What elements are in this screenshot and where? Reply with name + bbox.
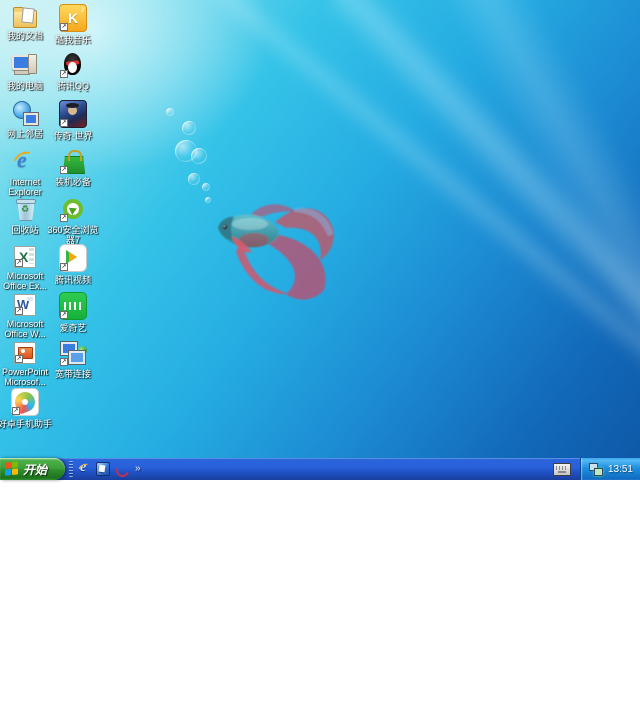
desktop-icon-grid: 我的文档酷我音乐我的电脑腾讯QQ 网上邻居传奇·世界 Internet Explor…	[0, 0, 112, 458]
start-label: 开始	[23, 462, 48, 477]
ms-excel-icon	[14, 246, 36, 268]
tencent-video-icon	[59, 244, 87, 272]
system-tray: 13:51	[579, 458, 640, 480]
quick-launch-overflow-chevron[interactable]: »	[133, 464, 143, 474]
broadband-connection-icon	[60, 340, 87, 366]
shortcut-arrow-badge	[60, 311, 68, 319]
360-browser-icon	[60, 196, 86, 222]
desktop-icon-kuwo-music[interactable]: 酷我音乐	[50, 4, 96, 45]
bubble	[188, 173, 200, 185]
shortcut-arrow-badge	[60, 263, 68, 271]
desktop-icon-recycle-bin[interactable]: 回收站	[2, 196, 48, 235]
bubble	[182, 121, 196, 135]
desktop-icon-tencent-qq[interactable]: 腾讯QQ	[50, 52, 96, 91]
recycle-bin-icon	[12, 196, 38, 222]
shortcut-arrow-badge	[60, 214, 68, 222]
desktop-icon-my-computer[interactable]: 我的电脑	[2, 52, 48, 91]
shortcut-arrow-badge	[60, 23, 68, 31]
shortcut-arrow-badge	[15, 355, 23, 363]
desktop-icon-label: 腾讯QQ	[56, 81, 89, 91]
desktop-icon-ms-powerpoint[interactable]: PowerPoint Microsof...	[2, 340, 48, 387]
desktop-icon-label: 装机必备	[54, 177, 91, 187]
quick-launch-internet-explorer-icon[interactable]	[77, 460, 92, 477]
desktop-icon-ms-word[interactable]: Microsoft Office W...	[2, 292, 48, 339]
shortcut-arrow-badge	[60, 119, 68, 127]
taskbar-clock[interactable]: 13:51	[608, 464, 633, 475]
desktop-icon-ms-excel[interactable]: Microsoft Office Ex...	[2, 244, 48, 291]
shortcut-arrow-badge	[60, 166, 68, 174]
desktop-icon-tencent-video[interactable]: 腾讯视频	[50, 244, 96, 285]
desktop-icon-zhuangji-bibei[interactable]: 装机必备	[50, 148, 96, 187]
iqiyi-icon	[59, 292, 87, 320]
desktop-icon-label: 酷我音乐	[54, 35, 91, 45]
haozhuo-assistant-icon	[11, 388, 39, 416]
desktop-icon-label: 360安全浏览器7	[47, 225, 99, 245]
desktop-wallpaper: 我的文档酷我音乐我的电脑腾讯QQ 网上邻居传奇·世界 Internet Explor…	[0, 0, 640, 725]
desktop-icon-label: 宽带连接	[54, 369, 91, 379]
desktop-icon-label: 腾讯视频	[54, 275, 91, 285]
desktop-icon-haozhuo-assistant[interactable]: 好卓手机助手	[0, 388, 52, 429]
desktop-icon-label: 好卓手机助手	[0, 419, 52, 429]
quick-launch-bar: »	[73, 460, 147, 477]
bubble	[191, 148, 207, 164]
network-tray-icon[interactable]	[588, 462, 603, 476]
my-documents-icon	[13, 7, 37, 28]
quick-launch-show-desktop-icon[interactable]	[96, 462, 111, 476]
shortcut-arrow-badge	[15, 259, 23, 267]
shortcut-arrow-badge	[15, 307, 23, 315]
bubble	[205, 197, 211, 203]
zhuangji-bibei-icon	[60, 148, 86, 174]
ms-word-icon	[14, 294, 36, 316]
internet-explorer-icon	[12, 147, 38, 174]
taskbar: 开始 » 13:51	[0, 458, 640, 480]
windows-logo-icon	[5, 461, 19, 476]
desktop-icon-my-documents[interactable]: 我的文档	[2, 4, 48, 41]
shortcut-arrow-badge	[60, 358, 68, 366]
shortcut-arrow-badge	[12, 407, 20, 415]
quick-launch-media-player-icon[interactable]	[114, 462, 129, 477]
desktop-icon-iqiyi[interactable]: 爱奇艺	[50, 292, 96, 333]
tencent-qq-icon	[60, 52, 86, 78]
desktop-icon-label: 传奇·世界	[53, 131, 93, 141]
desktop-icon-broadband-connection[interactable]: 宽带连接	[50, 340, 96, 379]
desktop-icon-chuanqi-shijie[interactable]: 传奇·世界	[50, 100, 96, 141]
betta-fish	[218, 204, 334, 300]
input-method-keyboard-icon[interactable]	[552, 462, 571, 476]
bubble	[202, 183, 210, 191]
desktop-icon-360-browser[interactable]: 360安全浏览器7	[47, 196, 99, 245]
desktop-icon-internet-explorer[interactable]: Internet Explorer	[2, 147, 48, 197]
desktop-icon-network-places[interactable]: 网上邻居	[2, 100, 48, 139]
start-button[interactable]: 开始	[0, 458, 66, 480]
my-computer-icon	[12, 52, 38, 78]
kuwo-music-icon	[59, 4, 87, 32]
network-places-icon	[12, 100, 38, 126]
shortcut-arrow-badge	[60, 70, 68, 78]
chuanqi-shijie-icon	[59, 100, 87, 128]
desktop-icon-label: 爱奇艺	[59, 323, 87, 333]
bubble	[166, 108, 174, 116]
ms-powerpoint-icon	[14, 342, 36, 364]
light-ray	[430, 0, 640, 725]
